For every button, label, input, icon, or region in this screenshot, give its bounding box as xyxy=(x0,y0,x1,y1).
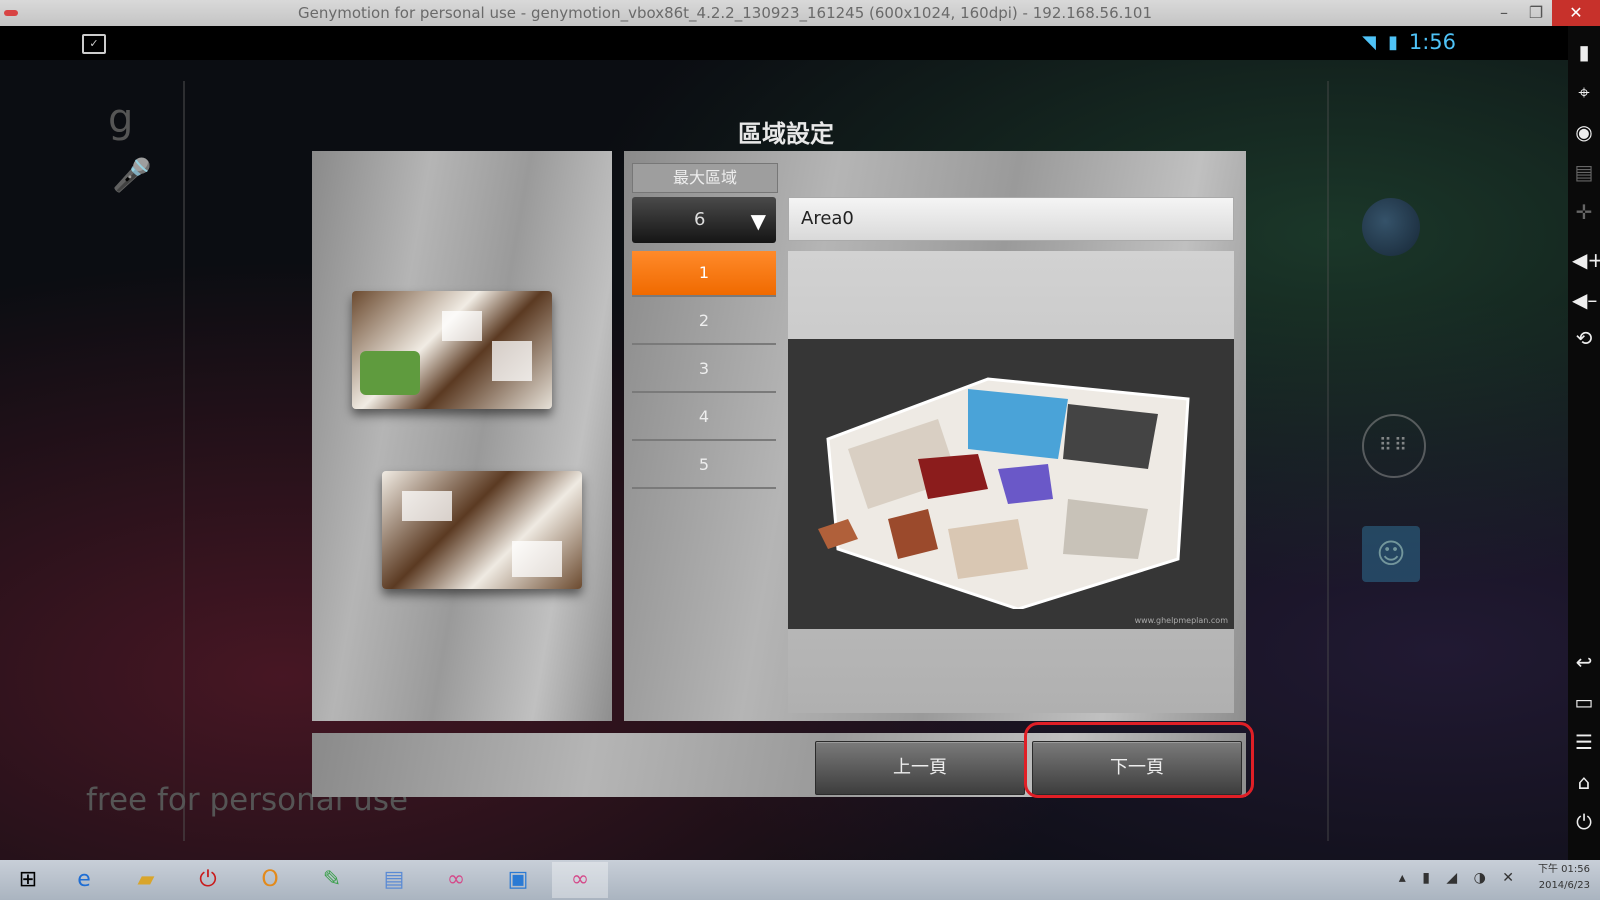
room xyxy=(492,341,532,381)
recent-apps-icon[interactable]: ▭ xyxy=(1572,690,1596,714)
volume-up-icon[interactable]: ◀+ xyxy=(1572,248,1600,272)
max-area-value: 6 xyxy=(694,209,706,230)
voice-search-icon[interactable]: 🎤 xyxy=(112,156,152,194)
windows-taskbar: ⊞ e ▰ ⏻ O ✎ ▤ ∞ ▣ ∞ ▴ ▮ ◢ ◑ ✕ 下午 01:56 2… xyxy=(0,860,1600,900)
notepad-icon[interactable]: ▤ xyxy=(366,862,422,898)
contacts-icon[interactable]: ☺ xyxy=(1362,526,1420,582)
android-screen: ✓ ◥ ▮ 1:56 g 🎤 ⠿⠿ ☺ free for personal us… xyxy=(0,26,1568,860)
rotate-icon[interactable]: ⟲ xyxy=(1572,326,1596,350)
back-icon[interactable]: ↩ xyxy=(1572,650,1596,674)
genymotion-toolbar: ▮ ⌖ ◉ ▤ ✛ ◀+ ◀– ⟲ ↩ ▭ ☰ ⌂ ⏻ xyxy=(1568,26,1600,860)
next-page-button[interactable]: 下一頁 xyxy=(1032,741,1242,795)
home-icon[interactable]: ⌂ xyxy=(1572,770,1596,794)
max-area-dropdown[interactable]: 6 ▼ xyxy=(632,197,776,243)
room xyxy=(402,491,452,521)
area-list-item-2[interactable]: 2 xyxy=(632,299,776,345)
screenshot-notification-icon[interactable]: ✓ xyxy=(82,34,106,54)
max-area-label: 最大區域 xyxy=(632,163,778,193)
dialog-title: 區域設定 xyxy=(738,120,834,148)
window-titlebar: Genymotion for personal use - genymotion… xyxy=(0,0,1600,27)
restore-icon[interactable]: ❐ xyxy=(1520,0,1552,26)
internet-explorer-icon[interactable]: e xyxy=(56,862,112,898)
dpad-icon[interactable]: ✛ xyxy=(1572,200,1596,224)
launcher-divider xyxy=(183,81,185,841)
area-name-input[interactable]: Area0 xyxy=(788,197,1234,241)
launcher-divider xyxy=(1327,81,1329,841)
area-list-item-4[interactable]: 4 xyxy=(632,395,776,441)
area-preview-image[interactable]: www.ghelpmeplan.com xyxy=(788,339,1234,629)
google-search-icon[interactable]: g xyxy=(108,96,133,142)
system-tray-icons[interactable]: ▴ ▮ ◢ ◑ ✕ xyxy=(1399,870,1520,886)
minimize-icon[interactable]: – xyxy=(1488,0,1520,26)
volume-down-icon[interactable]: ◀– xyxy=(1572,288,1597,312)
area-settings-panel: 最大區域 6 ▼ Area0 1 2 3 4 5 www.ghelpmeplan… xyxy=(624,151,1246,721)
android-status-bar: ✓ ◥ ▮ 1:56 xyxy=(0,26,1568,60)
room xyxy=(512,541,562,577)
outlook-icon[interactable]: O xyxy=(242,862,298,898)
floorplan-thumbnail[interactable] xyxy=(352,291,552,409)
remote-desktop-icon[interactable]: ▣ xyxy=(490,862,546,898)
genymotion-icon[interactable]: ∞ xyxy=(428,862,484,898)
media-icon[interactable]: ▤ xyxy=(1572,160,1596,184)
wifi-icon: ◥ xyxy=(1362,32,1376,53)
prev-page-button[interactable]: 上一頁 xyxy=(815,741,1025,795)
power-icon[interactable]: ⏻ xyxy=(1572,810,1596,834)
garden-area xyxy=(360,351,420,395)
room xyxy=(442,311,482,341)
chevron-down-icon: ▼ xyxy=(750,209,766,233)
taskbar-date: 2014/6/23 xyxy=(1538,880,1590,891)
power-app-icon[interactable]: ⏻ xyxy=(180,862,236,898)
status-clock: 1:56 xyxy=(1408,30,1456,54)
dialog-nav-bar: 上一頁 下一頁 xyxy=(312,733,1246,797)
area-list: 1 2 3 4 5 xyxy=(632,251,776,491)
file-explorer-icon[interactable]: ▰ xyxy=(118,862,174,898)
battery-icon: ▮ xyxy=(1388,32,1398,53)
app-drawer-icon[interactable]: ⠿⠿ xyxy=(1362,414,1426,478)
area-list-item-1[interactable]: 1 xyxy=(632,251,776,297)
window-title: Genymotion for personal use - genymotion… xyxy=(297,4,1153,22)
camera-icon[interactable]: ◉ xyxy=(1572,120,1596,144)
gps-icon[interactable]: ⌖ xyxy=(1572,80,1596,104)
paint-icon[interactable]: ✎ xyxy=(304,862,360,898)
house-3d-render xyxy=(818,377,1190,609)
area-list-item-3[interactable]: 3 xyxy=(632,347,776,393)
area-list-item-5[interactable]: 5 xyxy=(632,443,776,489)
taskbar-clock[interactable]: 下午 01:56 2014/6/23 xyxy=(1538,862,1590,894)
floorplan-thumbnail[interactable] xyxy=(382,471,582,589)
floorplan-gallery xyxy=(312,151,612,721)
preview-credit: www.ghelpmeplan.com xyxy=(1134,616,1228,625)
windows-start-icon[interactable]: ⊞ xyxy=(0,862,56,898)
menu-icon[interactable]: ☰ xyxy=(1572,730,1596,754)
genymotion-active-icon[interactable]: ∞ xyxy=(552,862,608,898)
battery-widget-icon[interactable]: ▮ xyxy=(1572,40,1596,64)
taskbar-time: 下午 01:56 xyxy=(1538,864,1590,875)
browser-icon[interactable] xyxy=(1362,198,1420,256)
close-icon[interactable]: ✕ xyxy=(1552,0,1600,26)
